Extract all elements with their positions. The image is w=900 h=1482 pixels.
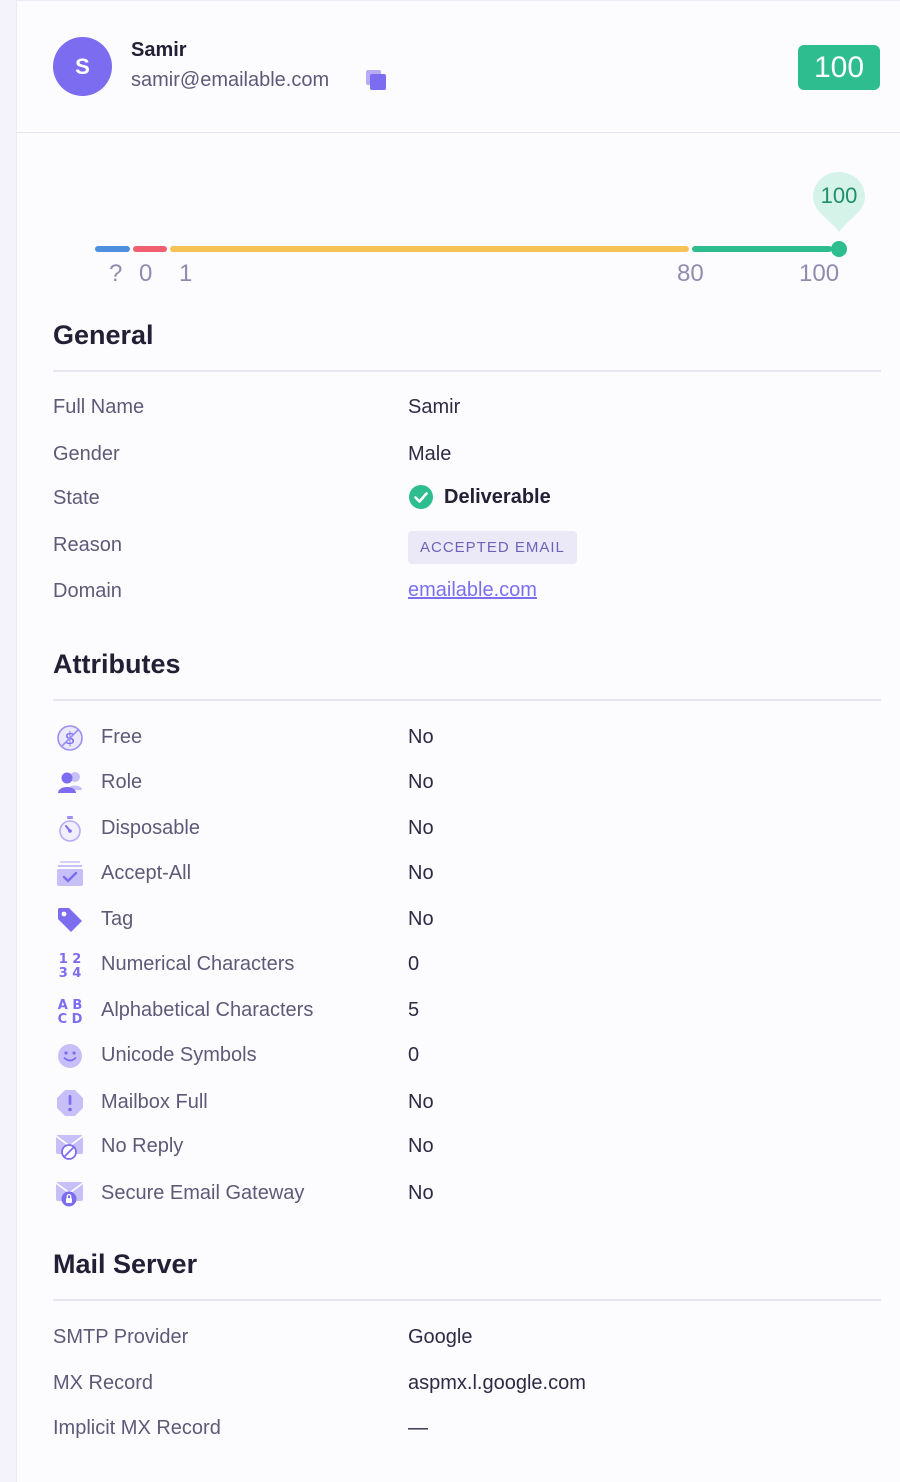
attr-disposable-value: No [408, 817, 434, 839]
mail-blocked-icon [55, 1135, 84, 1160]
state-label: State [53, 487, 100, 509]
svg-text:A B: A B [58, 998, 83, 1013]
reason-badge: ACCEPTED EMAIL [408, 531, 577, 564]
attr-tag-label: Tag [101, 908, 134, 930]
svg-text:C D: C D [58, 1012, 83, 1026]
mx-record-label: MX Record [53, 1372, 154, 1394]
mail-lock-icon [55, 1182, 84, 1207]
dollar-icon: $ [57, 725, 83, 751]
scale-unknown-segment [95, 246, 130, 252]
domain-link[interactable]: emailable.com [408, 579, 537, 602]
stopwatch-icon [59, 816, 81, 842]
smtp-provider-value: Google [408, 1326, 473, 1348]
numbers-icon: 1 2 3 4 [59, 952, 82, 980]
attr-secure-gateway-value: No [408, 1182, 434, 1204]
gender-label: Gender [53, 443, 120, 465]
alert-octagon-icon [57, 1090, 83, 1116]
scale-risky-segment [170, 246, 689, 252]
full-name-label: Full Name [53, 396, 145, 418]
state-value: Deliverable [408, 484, 551, 510]
avatar: S [53, 37, 112, 96]
divider [53, 370, 881, 372]
attr-numerical-label: Numerical Characters [101, 953, 295, 975]
attr-no-reply-label: No Reply [101, 1135, 184, 1157]
scale-tick: 80 [677, 260, 704, 287]
attr-mailbox-full-label: Mailbox Full [101, 1091, 208, 1113]
inbox-check-icon [57, 861, 83, 886]
contact-email: samir@emailable.com [131, 69, 330, 91]
svg-text:1 2: 1 2 [59, 952, 82, 967]
scale-tick: 100 [799, 260, 840, 287]
attr-no-reply-value: No [408, 1135, 434, 1157]
attr-accept-all-value: No [408, 862, 434, 884]
divider [53, 1299, 881, 1301]
check-circle-icon [409, 485, 433, 509]
contact-name: Samir [131, 39, 187, 61]
full-name-value: Samir [408, 396, 461, 418]
state-text: Deliverable [444, 485, 551, 508]
attr-mailbox-full-value: No [408, 1091, 434, 1113]
section-title-mail-server: Mail Server [53, 1249, 198, 1279]
score-marker-dot [831, 241, 847, 257]
domain-label: Domain [53, 580, 122, 602]
attr-unicode-label: Unicode Symbols [101, 1044, 257, 1066]
mx-record-value: aspmx.l.google.com [408, 1372, 586, 1394]
scale-undeliverable-segment [133, 246, 167, 252]
gender-value: Male [408, 443, 452, 465]
attr-alphabetical-label: Alphabetical Characters [101, 999, 314, 1021]
attr-alphabetical-value: 5 [408, 999, 420, 1021]
scale-tick: ? [109, 260, 123, 287]
attr-free-label: Free [101, 726, 143, 748]
attr-disposable-label: Disposable [101, 817, 200, 839]
score-scale: 100 ? 0 1 80 100 [95, 170, 865, 290]
section-title-general: General [53, 320, 154, 350]
attr-numerical-value: 0 [408, 953, 420, 975]
attr-role-value: No [408, 771, 434, 793]
attr-role-label: Role [101, 771, 143, 793]
section-title-attributes: Attributes [53, 649, 181, 679]
score-marker-value: 100 [820, 183, 858, 208]
divider [53, 699, 881, 701]
attr-secure-gateway-label: Secure Email Gateway [101, 1182, 305, 1204]
implicit-mx-value: — [408, 1417, 428, 1439]
svg-text:3 4: 3 4 [59, 966, 82, 980]
copy-icon[interactable] [365, 69, 387, 91]
email-header: S Samir samir@emailable.com 100 [17, 0, 900, 133]
email-detail-panel: S Samir samir@emailable.com 100 100 ? 0 … [16, 0, 900, 1482]
implicit-mx-label: Implicit MX Record [53, 1417, 221, 1439]
smtp-provider-label: SMTP Provider [53, 1326, 189, 1348]
scale-deliverable-segment [692, 246, 832, 252]
attr-tag-value: No [408, 908, 434, 930]
smiley-icon [58, 1044, 82, 1068]
scale-tick: 1 [179, 260, 193, 287]
score-badge: 100 [798, 45, 880, 90]
reason-label: Reason [53, 534, 122, 556]
attr-unicode-value: 0 [408, 1044, 420, 1066]
attr-free-value: No [408, 726, 434, 748]
letters-icon: A B C D [58, 998, 83, 1026]
attr-accept-all-label: Accept-All [101, 862, 192, 884]
users-icon [58, 772, 82, 793]
scale-tick: 0 [139, 260, 153, 287]
tag-icon [58, 908, 82, 932]
